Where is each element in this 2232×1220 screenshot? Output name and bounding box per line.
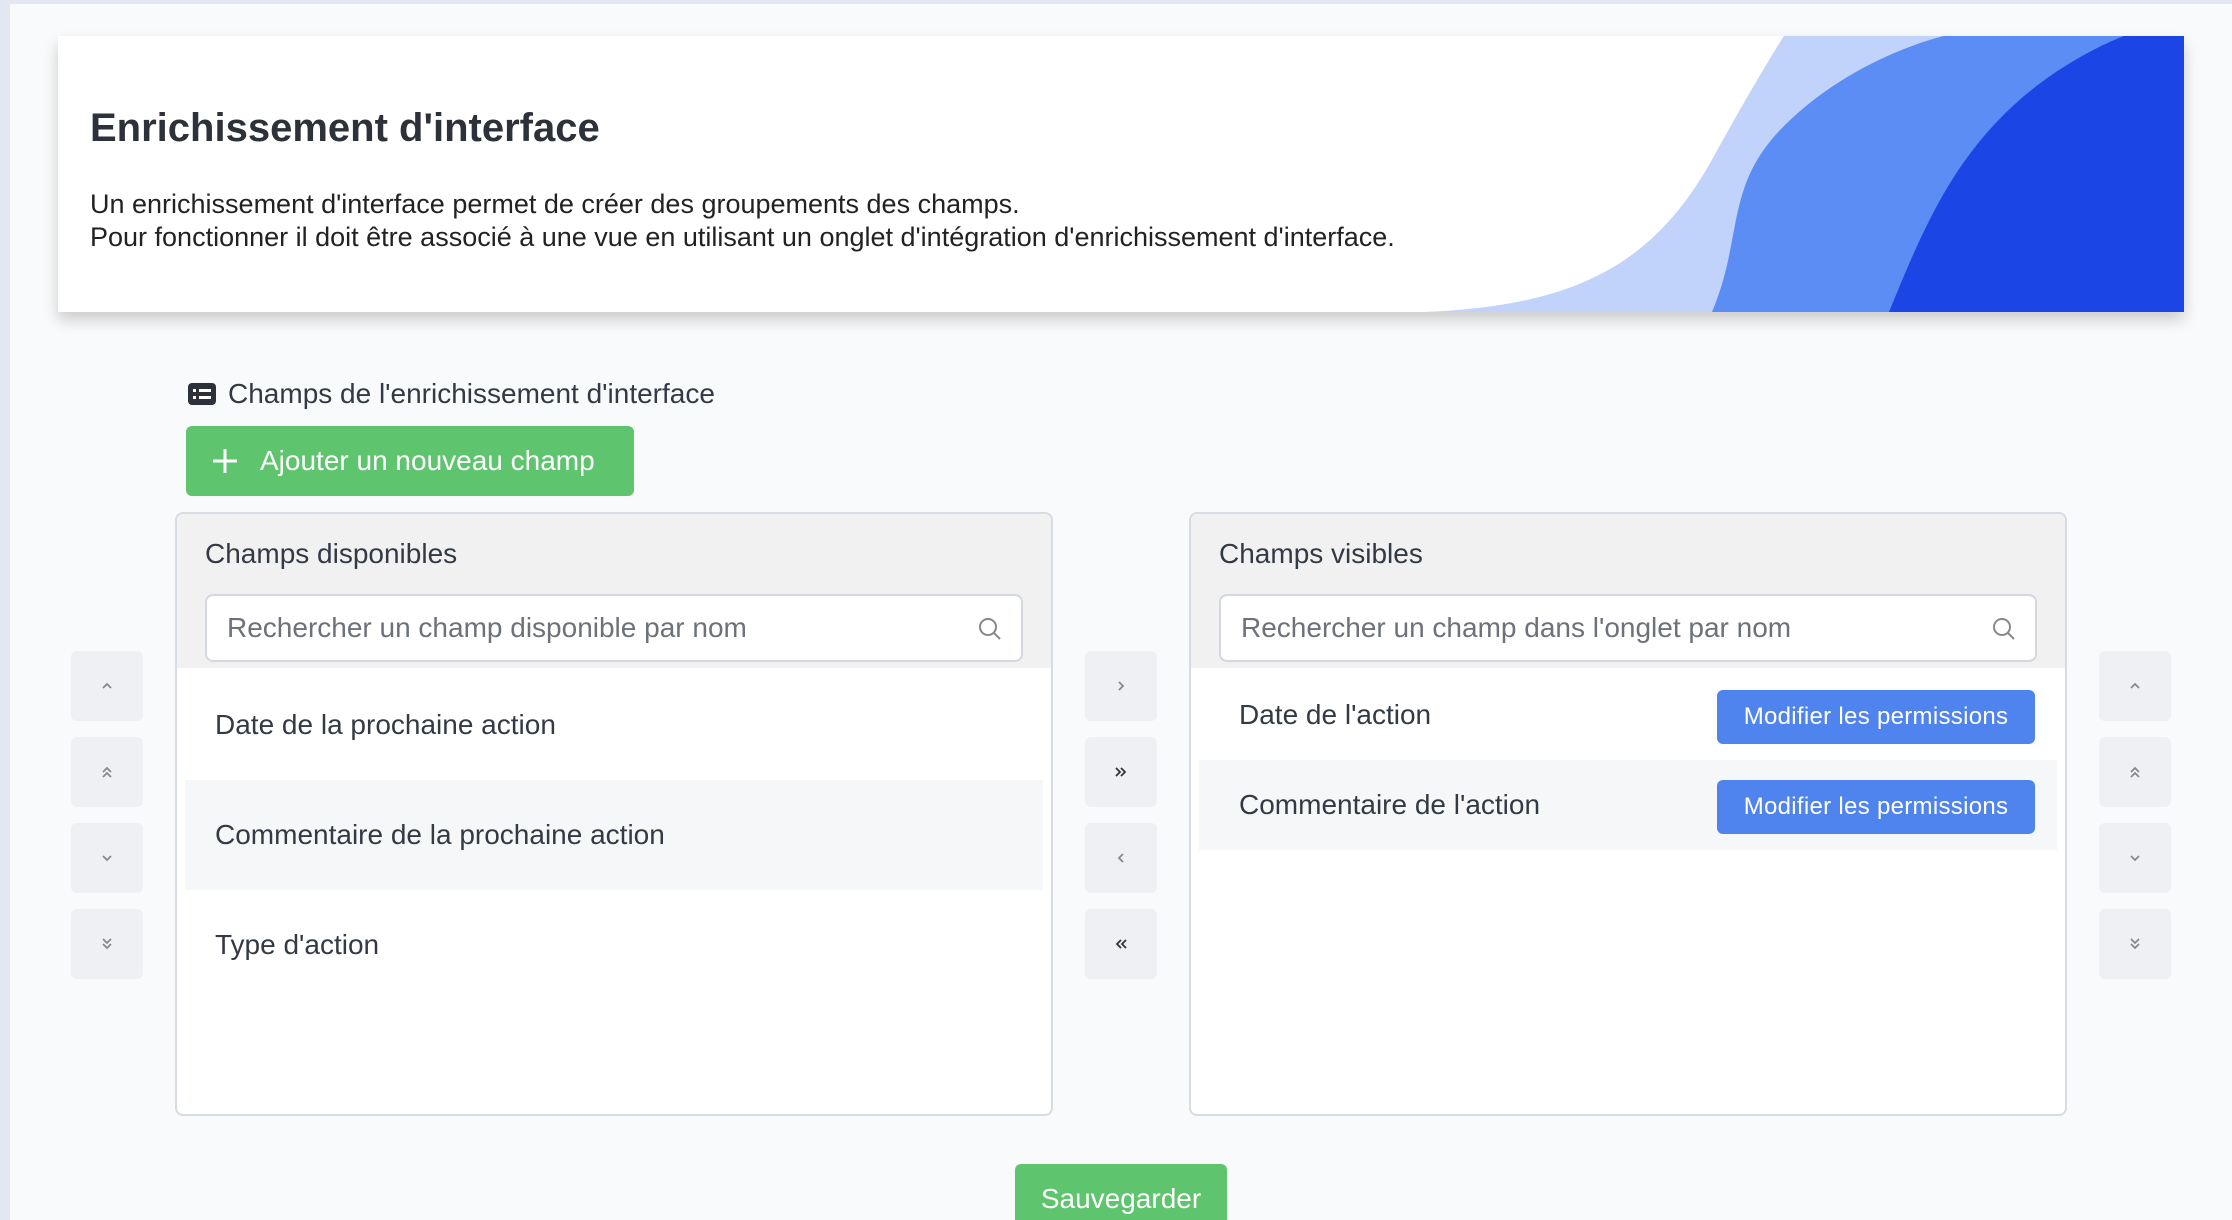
list-item[interactable]: Date de la prochaine action (185, 670, 1043, 780)
move-down-button[interactable] (2099, 823, 2171, 893)
description-line-2: Pour fonctionner il doit être associé à … (90, 222, 1395, 252)
list-item-label: Date de l'action (1239, 699, 1432, 730)
decorative-waves (1424, 36, 2184, 312)
move-all-right-button[interactable] (1085, 737, 1157, 807)
visible-panel-header: Champs visibles (1191, 514, 2065, 668)
double-chevron-right-icon (1115, 767, 1127, 777)
page-description: Un enrichissement d'interface permet de … (90, 188, 1395, 254)
available-panel-header: Champs disponibles (177, 514, 1051, 668)
list-item-label: Type d'action (215, 929, 380, 960)
visible-fields-list: Date de l'action Modifier les permission… (1199, 670, 2057, 850)
list-item[interactable]: Commentaire de l'action Modifier les per… (1199, 760, 2057, 850)
visible-reorder-controls (2099, 651, 2171, 995)
chevron-down-icon (2130, 855, 2140, 862)
list-item[interactable]: Commentaire de la prochaine action (185, 780, 1043, 890)
header-card: Enrichissement d'interface Un enrichisse… (58, 36, 2184, 312)
double-chevron-up-icon (2130, 766, 2140, 778)
move-down-button[interactable] (71, 823, 143, 893)
list-item-label: Commentaire de l'action (1239, 789, 1541, 820)
save-button[interactable]: Sauvegarder (1015, 1164, 1227, 1220)
add-field-button[interactable]: Ajouter un nouveau champ (186, 426, 634, 496)
list-item-label: Commentaire de la prochaine action (215, 819, 665, 850)
edit-permissions-button[interactable]: Modifier les permissions (1717, 690, 2035, 744)
available-search-input[interactable] (227, 612, 947, 644)
visible-panel-title: Champs visibles (1219, 538, 1423, 569)
double-chevron-up-icon (102, 766, 112, 778)
available-search-box (205, 594, 1023, 662)
description-line-1: Un enrichissement d'interface permet de … (90, 189, 1020, 219)
available-fields-panel: Champs disponibles Date de la prochaine … (175, 512, 1053, 1116)
move-bottom-button[interactable] (2099, 909, 2171, 979)
add-field-button-label: Ajouter un nouveau champ (260, 445, 595, 476)
move-top-button[interactable] (2099, 737, 2171, 807)
top-border (0, 0, 2232, 4)
available-panel-title: Champs disponibles (205, 538, 458, 569)
transfer-controls (1085, 651, 1157, 995)
double-chevron-left-icon (1115, 939, 1127, 949)
chevron-down-icon (102, 855, 112, 862)
move-left-button[interactable] (1085, 823, 1157, 893)
move-up-button[interactable] (71, 651, 143, 721)
list-card-icon (188, 383, 216, 405)
move-top-button[interactable] (71, 737, 143, 807)
list-item[interactable]: Date de l'action Modifier les permission… (1199, 670, 2057, 760)
visible-search-box (1219, 594, 2037, 662)
move-all-left-button[interactable] (1085, 909, 1157, 979)
page-title: Enrichissement d'interface (90, 106, 600, 150)
search-icon (979, 618, 1001, 640)
chevron-up-icon (2130, 682, 2140, 689)
chevron-left-icon (1117, 853, 1124, 863)
section-label-text: Champs de l'enrichissement d'interface (228, 378, 715, 409)
move-bottom-button[interactable] (71, 909, 143, 979)
visible-search-input[interactable] (1241, 612, 1961, 644)
double-chevron-down-icon (2130, 938, 2140, 950)
visible-fields-panel: Champs visibles Date de l'action Modifie… (1189, 512, 2067, 1116)
chevron-right-icon (1118, 681, 1125, 691)
search-icon (1993, 618, 2015, 640)
plus-icon (213, 449, 237, 473)
move-right-button[interactable] (1085, 651, 1157, 721)
edit-permissions-button[interactable]: Modifier les permissions (1717, 780, 2035, 834)
available-reorder-controls (71, 651, 143, 995)
double-chevron-down-icon (102, 938, 112, 950)
list-item[interactable]: Type d'action (185, 890, 1043, 1000)
chevron-up-icon (102, 682, 112, 689)
left-border (0, 0, 10, 1220)
list-item-label: Date de la prochaine action (215, 709, 556, 740)
available-fields-list: Date de la prochaine action Commentaire … (185, 670, 1043, 1000)
move-up-button[interactable] (2099, 651, 2171, 721)
section-label: Champs de l'enrichissement d'interface (188, 378, 715, 410)
